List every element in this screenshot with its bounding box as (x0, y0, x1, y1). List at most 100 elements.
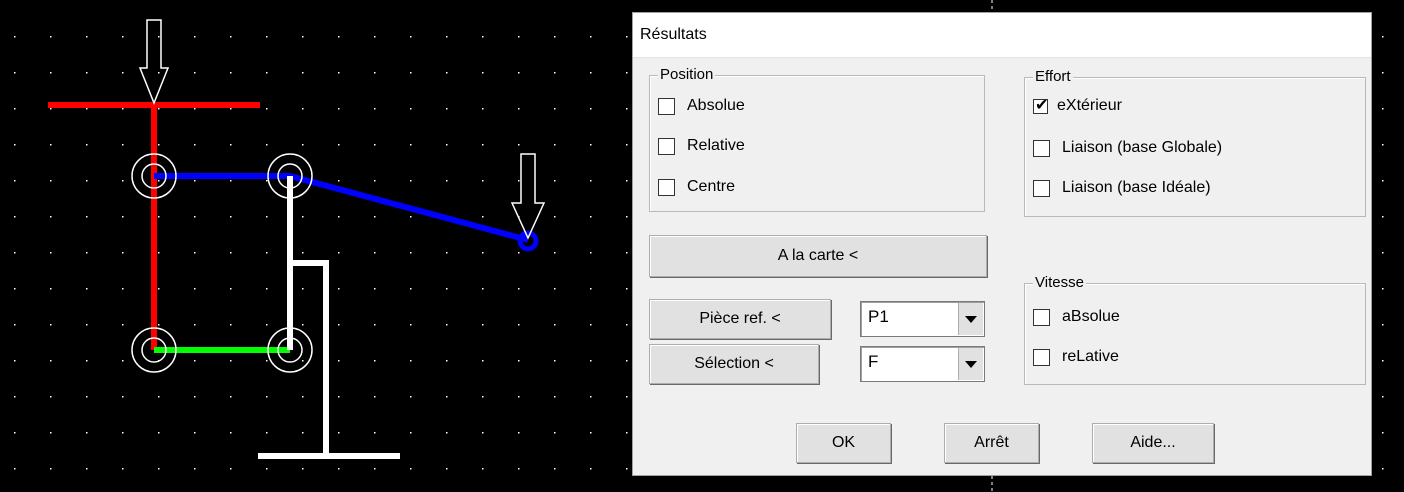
grid-dot (338, 216, 340, 218)
grid-dot (194, 396, 196, 398)
grid-dot (230, 396, 232, 398)
checkbox-liaison-globale-label: Liaison (base Globale) (1062, 139, 1223, 156)
checkbox-liaison-globale[interactable]: Liaison (base Globale) (1033, 137, 1222, 159)
grid-dot (518, 396, 520, 398)
checkbox-absolue[interactable]: Absolue (658, 95, 745, 117)
grid-dot (518, 360, 520, 362)
grid-dot (518, 36, 520, 38)
grid-dot (50, 36, 52, 38)
grid-dot (590, 144, 592, 146)
grid-dot (554, 324, 556, 326)
effort-group: Effort ✔ eXtérieur Liaison (base Globale… (1024, 69, 1366, 217)
blue-member[interactable] (154, 173, 529, 243)
grid-dot (122, 396, 124, 398)
grid-dot (50, 396, 52, 398)
grid-dot (158, 144, 160, 146)
grid-dot (590, 288, 592, 290)
grid-dot (590, 360, 592, 362)
grid-dot (122, 36, 124, 38)
grid-dot (14, 324, 16, 326)
grid-dot (14, 288, 16, 290)
piece-ref-dropdown-arrow-icon[interactable] (958, 303, 983, 335)
grid-dot (230, 108, 232, 110)
selection-dropdown-arrow-icon[interactable] (958, 348, 983, 380)
checkbox-centre-box[interactable] (658, 178, 675, 196)
grid-dot (230, 468, 232, 470)
grid-dot (158, 468, 160, 470)
dialog-title: Résultats (640, 26, 707, 43)
grid-dot (626, 468, 628, 470)
checkbox-liaison-ideale[interactable]: Liaison (base Idéale) (1033, 177, 1211, 199)
grid-dot (158, 432, 160, 434)
grid-dot (518, 432, 520, 434)
grid-dot (410, 252, 412, 254)
grid-dot (86, 396, 88, 398)
checkbox-relative[interactable]: Relative (658, 135, 745, 157)
grid-dot (518, 252, 520, 254)
checkbox-liaison-ideale-box[interactable] (1033, 179, 1050, 197)
grid-dot (302, 396, 304, 398)
grid-dot (194, 144, 196, 146)
grid-dot (374, 36, 376, 38)
grid-dot (626, 324, 628, 326)
checkbox-relative-vitesse-box[interactable] (1033, 348, 1050, 366)
grid-dot (338, 72, 340, 74)
dialog-title-bar[interactable]: Résultats (633, 13, 1371, 58)
checkbox-liaison-globale-box[interactable] (1033, 139, 1050, 157)
checkbox-centre[interactable]: Centre (658, 176, 735, 198)
checkbox-relative-vitesse-label: reLative (1062, 348, 1119, 365)
grid-dot (410, 72, 412, 74)
grid-dot (158, 36, 160, 38)
grid-dot (266, 216, 268, 218)
grid-dot (518, 108, 520, 110)
grid-dot (1382, 468, 1384, 470)
force-arrow-right-icon[interactable] (510, 153, 546, 240)
grid-dot (266, 144, 268, 146)
checkbox-relative-box[interactable] (658, 137, 675, 155)
selection-button[interactable]: Sélection < (649, 344, 819, 384)
checkbox-relative-vitesse[interactable]: reLative (1033, 346, 1119, 368)
checkbox-absolue-vitesse[interactable]: aBsolue (1033, 306, 1120, 328)
grid-dot (50, 180, 52, 182)
arret-button[interactable]: Arrêt (944, 423, 1039, 463)
grid-dot (338, 360, 340, 362)
grid-dot (86, 432, 88, 434)
piece-ref-button[interactable]: Pièce ref. < (649, 299, 831, 339)
grid-dot (14, 432, 16, 434)
grid-dot (626, 36, 628, 38)
grid-dot (302, 324, 304, 326)
checkbox-absolue-box[interactable] (658, 97, 675, 115)
grid-dot (86, 324, 88, 326)
checkbox-absolue-vitesse-box[interactable] (1033, 308, 1050, 326)
grid-dot (590, 396, 592, 398)
checkbox-exterieur[interactable]: ✔ eXtérieur (1033, 95, 1122, 117)
grid-dot (50, 360, 52, 362)
grid-dot (554, 108, 556, 110)
grid-dot (374, 72, 376, 74)
grid-dot (338, 324, 340, 326)
grid-dot (626, 180, 628, 182)
force-arrow-top-icon[interactable] (138, 19, 170, 106)
grid-dot (230, 360, 232, 362)
grid-dot (518, 324, 520, 326)
grid-dot (374, 144, 376, 146)
grid-dot (482, 36, 484, 38)
a-la-carte-button[interactable]: A la carte < (649, 235, 987, 277)
piece-ref-select-value: P1 (868, 307, 889, 326)
grid-dot (266, 36, 268, 38)
grid-dot (194, 36, 196, 38)
grid-dot (230, 324, 232, 326)
grid-dot (554, 468, 556, 470)
grid-dot (122, 180, 124, 182)
checkbox-exterieur-box[interactable]: ✔ (1033, 97, 1048, 114)
piece-ref-select[interactable]: P1 (860, 301, 985, 337)
grid-dot (590, 216, 592, 218)
aide-button[interactable]: Aide... (1092, 423, 1214, 463)
grid-dot (50, 216, 52, 218)
grid-dot (122, 216, 124, 218)
white-member-frame[interactable] (287, 260, 329, 456)
ok-button[interactable]: OK (796, 423, 891, 463)
selection-select[interactable]: F (860, 346, 985, 382)
blue-member-end-point[interactable] (517, 230, 539, 252)
grid-dot (194, 468, 196, 470)
